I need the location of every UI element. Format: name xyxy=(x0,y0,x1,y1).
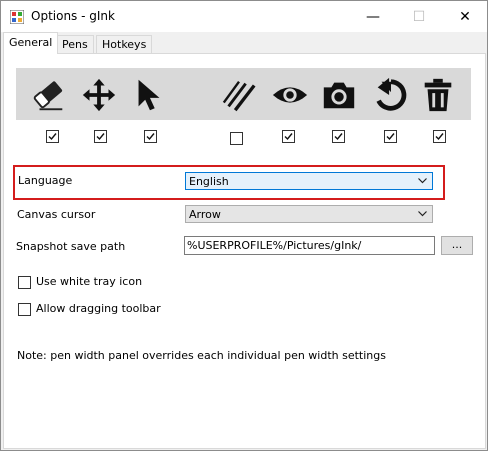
snapshot-label: Snapshot save path xyxy=(16,240,126,253)
allow-drag-checkbox[interactable] xyxy=(18,303,31,316)
language-select[interactable]: English xyxy=(185,172,433,190)
chevron-down-icon xyxy=(418,178,427,184)
pen-width-note: Note: pen width panel overrides each ind… xyxy=(17,349,386,362)
camera-enable-checkbox[interactable] xyxy=(332,130,345,143)
eraser-enable-checkbox[interactable] xyxy=(46,130,59,143)
general-panel: Language English Canvas cursor Arrow Sna… xyxy=(3,53,486,449)
maximize-button[interactable]: ☐ xyxy=(396,1,442,32)
camera-icon[interactable] xyxy=(320,76,358,114)
pen-width-enable-checkbox[interactable] xyxy=(230,132,243,145)
undo-icon[interactable] xyxy=(372,76,410,114)
pointer-enable-checkbox[interactable] xyxy=(144,130,157,143)
language-label: Language xyxy=(18,174,73,187)
snapshot-path-input[interactable]: %USERPROFILE%/Pictures/gInk/ xyxy=(184,236,435,255)
cursor-value: Arrow xyxy=(189,208,221,221)
tab-general[interactable]: General xyxy=(3,32,59,54)
allow-drag-label: Allow dragging toolbar xyxy=(36,302,161,315)
tab-strip: General Pens Hotkeys xyxy=(3,32,487,54)
tab-hotkeys[interactable]: Hotkeys xyxy=(96,35,153,53)
cursor-label: Canvas cursor xyxy=(17,208,96,221)
app-icon xyxy=(10,10,24,24)
eye-icon[interactable] xyxy=(271,76,309,114)
browse-button[interactable]: ... xyxy=(441,236,473,255)
trash-enable-checkbox[interactable] xyxy=(433,130,446,143)
pen-width-icon[interactable] xyxy=(220,76,258,114)
move-icon[interactable] xyxy=(80,76,118,114)
options-window: Options - gInk — ☐ ✕ General Pens Hotkey… xyxy=(0,0,488,451)
undo-enable-checkbox[interactable] xyxy=(384,130,397,143)
minimize-button[interactable]: — xyxy=(350,1,396,32)
trash-icon[interactable] xyxy=(419,76,457,114)
window-title: Options - gInk xyxy=(31,9,115,23)
white-tray-label: Use white tray icon xyxy=(36,275,143,288)
pointer-icon[interactable] xyxy=(130,76,168,114)
chevron-down-icon xyxy=(418,211,427,217)
tab-pens[interactable]: Pens xyxy=(56,35,94,53)
move-enable-checkbox[interactable] xyxy=(94,130,107,143)
toolbar-preview xyxy=(16,68,471,120)
close-button[interactable]: ✕ xyxy=(442,1,488,32)
language-value: English xyxy=(189,175,229,188)
white-tray-checkbox[interactable] xyxy=(18,276,31,289)
eye-enable-checkbox[interactable] xyxy=(282,130,295,143)
eraser-icon[interactable] xyxy=(30,76,68,114)
title-bar: Options - gInk — ☐ ✕ xyxy=(1,1,487,32)
cursor-select[interactable]: Arrow xyxy=(185,205,433,223)
